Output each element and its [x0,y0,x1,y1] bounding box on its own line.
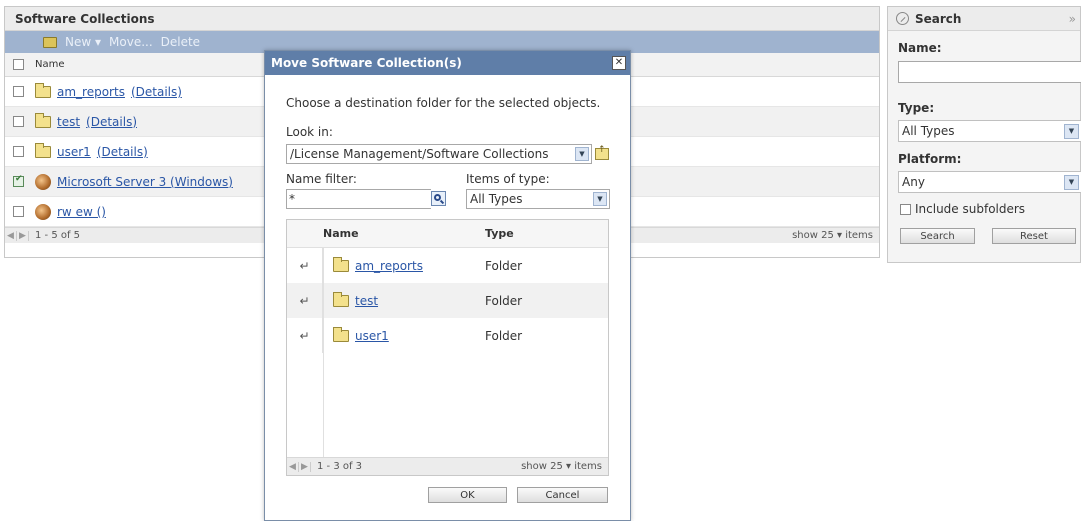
panel-title: Software Collections [5,7,879,31]
type-label: Type: [898,101,935,115]
page-size-select[interactable]: show 25 ▾ items [792,230,873,241]
row-name-link[interactable]: test [57,115,80,129]
chevron-down-icon: ▼ [593,192,607,206]
type-select[interactable]: All Types ▼ [898,120,1081,142]
software-collection-icon [35,173,51,190]
look-in-select[interactable]: /License Management/Software Collections… [286,144,592,164]
prev-page-icon[interactable]: ◀ [5,230,17,241]
cancel-button[interactable]: Cancel [517,487,608,503]
row-name-link[interactable]: Microsoft Server 3 (Windows) [57,175,233,189]
list-item: ↵ am_reports Folder [287,248,608,283]
folder-link[interactable]: am_reports [355,259,423,273]
select-target-icon[interactable]: ↵ [287,248,323,283]
select-target-icon[interactable]: ↵ [287,318,323,353]
search-button[interactable]: Search [900,228,975,244]
chevron-down-icon: ▼ [1064,123,1079,139]
name-label: Name: [898,41,942,55]
items-of-type-value: All Types [470,192,523,206]
folder-link[interactable]: user1 [355,329,389,343]
folder-type: Folder [485,293,523,308]
folder-icon [333,256,349,272]
search-panel: Search » Name: Type: All Types ▼ Platfor… [887,6,1081,263]
folder-type: Folder [485,258,523,273]
column-header-name[interactable]: Name [35,59,65,70]
row-checkbox[interactable] [13,206,24,217]
chevron-down-icon: ▼ [575,147,589,161]
folder-link[interactable]: test [355,294,378,308]
close-icon[interactable]: ✕ [612,56,626,70]
new-button[interactable]: New ▾ [65,35,101,49]
search-icon[interactable] [431,191,446,206]
items-of-type-select[interactable]: All Types ▼ [466,189,610,209]
folder-icon [333,326,349,342]
collapse-icon[interactable]: » [1069,7,1076,31]
look-in-label: Look in: [286,125,333,139]
reset-button[interactable]: Reset [992,228,1076,244]
look-in-value: /License Management/Software Collections [290,147,549,161]
dialog-folder-list: Name Type ↵ am_reports Folder ↵ test Fol… [286,219,609,476]
list-item: ↵ user1 Folder [287,318,608,353]
folder-type: Folder [485,328,523,343]
ok-button[interactable]: OK [428,487,507,503]
platform-select[interactable]: Any ▼ [898,171,1081,193]
page-size-select[interactable]: show 25 ▾ items [521,461,602,472]
folder-icon [35,112,51,128]
row-checkbox[interactable] [13,116,24,127]
platform-select-value: Any [902,175,925,189]
include-subfolders-checkbox[interactable] [900,203,911,215]
row-checkbox[interactable] [13,86,24,97]
dialog-list-footer: ◀ ▶ 1 - 3 of 3 show 25 ▾ items [287,457,608,475]
row-details-link[interactable]: (Details) [131,85,182,99]
search-icon [896,12,909,25]
dialog-list-header: Name Type [287,220,608,248]
folder-icon [35,142,51,158]
software-collection-icon [35,203,51,220]
row-checkbox[interactable] [13,146,24,157]
list-item: ↵ test Folder [287,283,608,318]
platform-label: Platform: [898,152,962,166]
row-name-link[interactable]: user1 [57,145,91,159]
folder-icon [333,291,349,307]
row-name-link[interactable]: rw ew () [57,205,106,219]
type-select-value: All Types [902,124,955,138]
next-page-icon[interactable]: ▶ [17,230,29,241]
new-folder-icon [43,36,57,48]
dialog-title: Move Software Collection(s) [271,56,462,70]
pager-text: 1 - 3 of 3 [317,461,363,472]
include-subfolders-option[interactable]: Include subfolders [900,202,1080,216]
include-subfolders-label: Include subfolders [915,202,1026,216]
select-all-checkbox[interactable] [13,59,24,70]
name-filter-input[interactable]: * [286,189,431,209]
dialog-titlebar: Move Software Collection(s) ✕ [265,51,630,75]
row-details-link[interactable]: (Details) [86,115,137,129]
next-page-icon[interactable]: ▶ [299,461,311,472]
name-filter-label: Name filter: [286,172,357,186]
select-target-icon[interactable]: ↵ [287,283,323,318]
delete-button[interactable]: Delete [161,35,200,49]
row-checkbox[interactable] [13,174,24,187]
folder-icon [35,82,51,98]
pager-text: 1 - 5 of 5 [35,230,81,241]
row-details-link[interactable]: (Details) [97,145,148,159]
search-panel-title: Search [915,11,962,26]
column-header-type[interactable]: Type [485,227,514,240]
dialog-instruction: Choose a destination folder for the sele… [286,96,601,110]
prev-page-icon[interactable]: ◀ [287,461,299,472]
up-folder-icon[interactable] [595,145,609,160]
move-button[interactable]: Move... [109,35,153,49]
column-header-name[interactable]: Name [323,227,485,240]
chevron-down-icon: ▼ [1064,174,1079,190]
row-name-link[interactable]: am_reports [57,85,125,99]
name-input[interactable] [898,61,1081,83]
search-panel-header: Search » [888,7,1080,31]
items-of-type-label: Items of type: [466,172,550,186]
